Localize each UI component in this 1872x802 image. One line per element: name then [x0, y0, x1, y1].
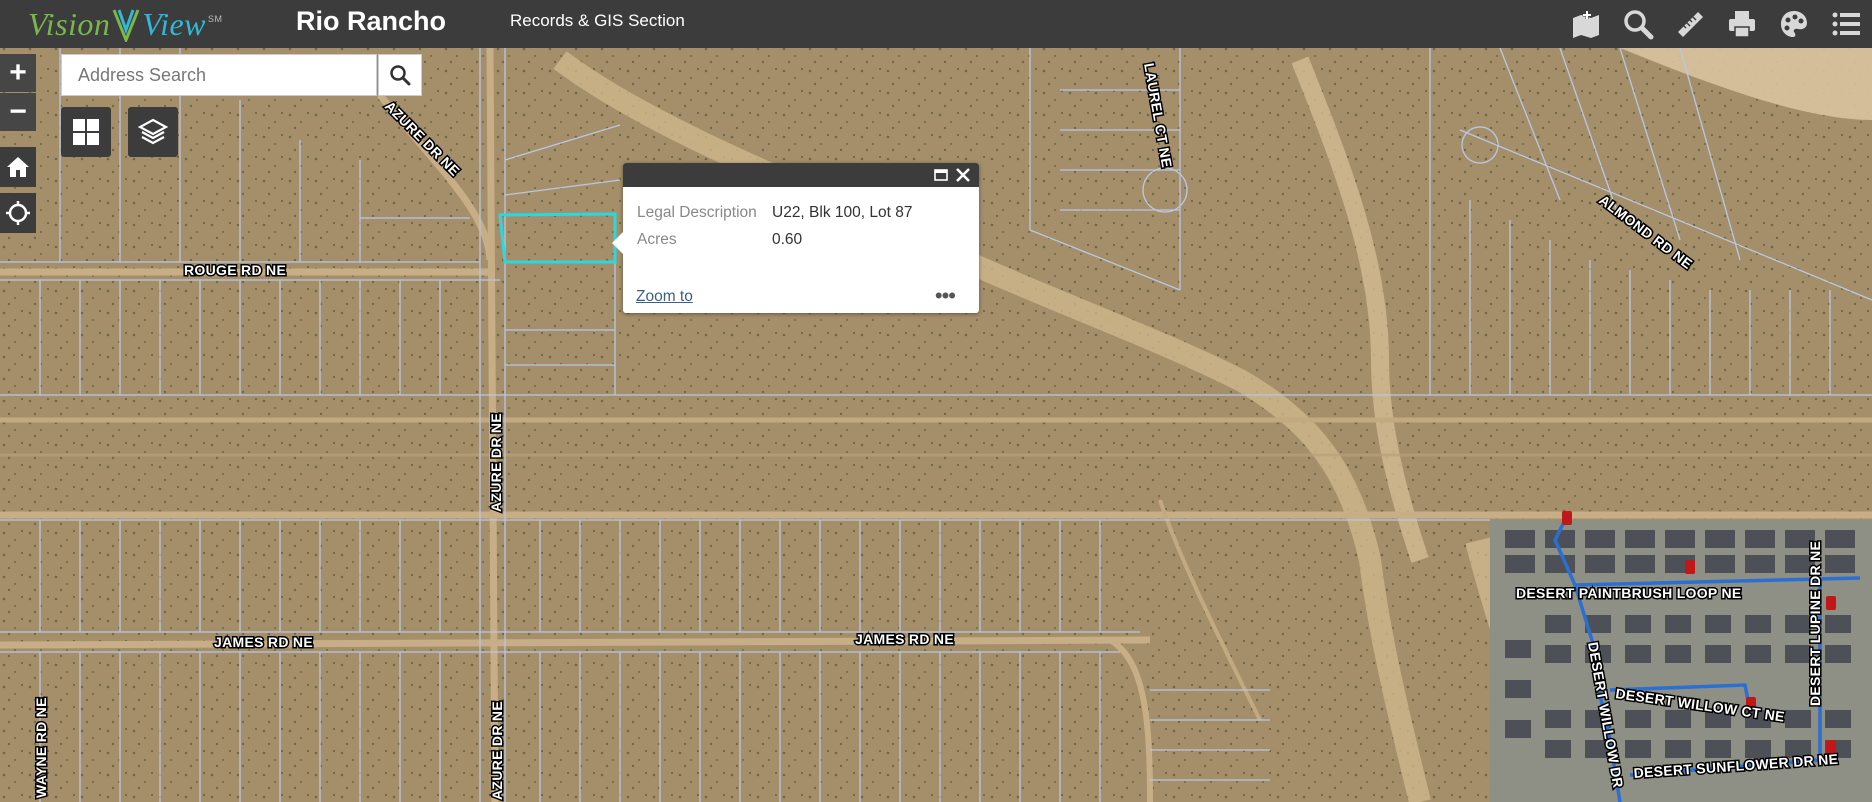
zoom-in-button[interactable]: + [0, 54, 36, 92]
road-label-rouge: ROUGE RD NE [184, 262, 286, 278]
locate-button[interactable] [0, 193, 36, 233]
road-label-desert-lupine: DESERT LUPINE DR NE [1807, 541, 1823, 706]
road-label-azure-mid: AZURE DR NE [488, 413, 504, 512]
map-view[interactable]: ROUGE RD NE AZURE DR NE AZURE DR NE AZUR… [0, 48, 1872, 802]
maximize-icon[interactable] [933, 167, 949, 183]
road-label-james-east: JAMES RD NE [855, 631, 954, 647]
grid-icon [73, 119, 99, 145]
add-data-icon [1573, 11, 1599, 38]
aerial-map: ROUGE RD NE AZURE DR NE AZURE DR NE AZUR… [0, 48, 1872, 802]
attribute-label: Acres [637, 230, 677, 248]
basemap-button[interactable] [1768, 0, 1820, 48]
road-label-desert-paintbrush: DESERT PAINTBRUSH LOOP NE [1516, 585, 1742, 601]
logo-service-mark: SM [208, 14, 223, 24]
layers-icon [138, 118, 168, 145]
more-options-button[interactable]: ••• [935, 285, 956, 307]
attribute-value: U22, Blk 100, Lot 87 [772, 203, 913, 221]
address-search-box [61, 54, 377, 96]
logo-view-text: View [142, 5, 207, 42]
home-button[interactable] [0, 147, 36, 187]
search-icon [390, 65, 411, 86]
layer-list-button[interactable] [1820, 0, 1872, 48]
popup-pointer [612, 232, 623, 254]
search-tool-button[interactable] [1612, 0, 1664, 48]
popup-title-bar [623, 163, 979, 187]
vision-view-logo: Vision View SM [28, 4, 223, 44]
measure-icon [1678, 12, 1703, 37]
road-label-azure-south: AZURE DR NE [489, 701, 505, 800]
attribute-label: Legal Description [637, 203, 757, 221]
basemap-icon [1781, 11, 1807, 37]
address-search-button[interactable] [378, 54, 422, 96]
print-icon [1729, 11, 1755, 38]
city-title: Rio Rancho [296, 6, 447, 36]
road-label-wayne: WAYNE RD NE [33, 697, 49, 798]
parcel-popup: Legal Description U22, Blk 100, Lot 87 A… [612, 163, 979, 313]
home-icon [7, 157, 29, 177]
layers-button[interactable] [128, 107, 178, 157]
add-data-button[interactable] [1560, 0, 1612, 48]
attribute-row: Acres 0.60 [637, 226, 912, 253]
app-header: Vision View SM Rio Rancho Records & GIS … [0, 0, 1872, 48]
logo-vision-text: Vision [28, 5, 111, 42]
zoom-out-button[interactable]: − [0, 93, 36, 131]
print-button[interactable] [1716, 0, 1768, 48]
address-search-input[interactable] [62, 55, 376, 95]
zoom-to-link[interactable]: Zoom to [636, 288, 693, 306]
close-icon[interactable] [953, 165, 973, 185]
locate-icon [6, 201, 30, 225]
search-icon [1624, 10, 1654, 40]
logo-v-mark-icon [113, 9, 140, 42]
main-toolbar [1560, 0, 1872, 48]
measure-button[interactable] [1664, 0, 1716, 48]
layer-list-icon [1832, 12, 1860, 36]
section-subtitle: Records & GIS Section [510, 11, 685, 30]
basemap-gallery-button[interactable] [61, 107, 111, 157]
parcel-attributes-table: Legal Description U22, Blk 100, Lot 87 A… [637, 199, 912, 253]
attribute-row: Legal Description U22, Blk 100, Lot 87 [637, 199, 912, 226]
attribute-value: 0.60 [772, 230, 803, 248]
road-label-james-west: JAMES RD NE [214, 634, 313, 650]
